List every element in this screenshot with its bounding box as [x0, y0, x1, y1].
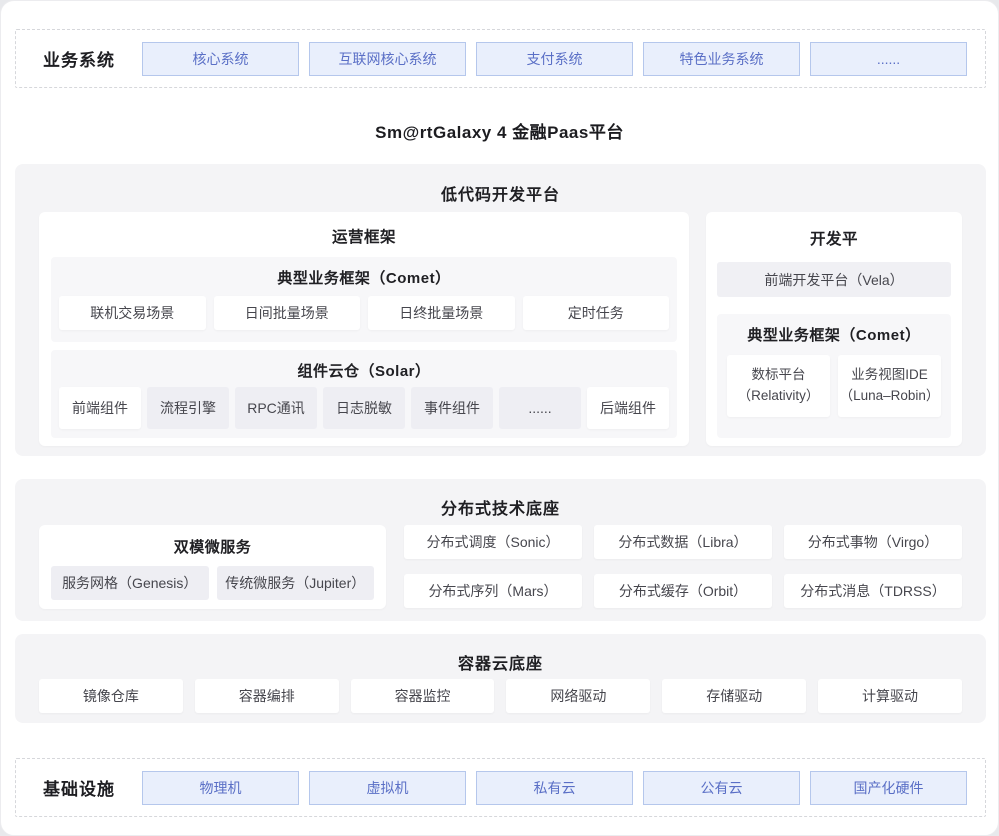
component-process-engine: 流程引擎: [147, 387, 229, 429]
relativity-platform: 数标平台 （Relativity）: [727, 355, 830, 417]
business-systems-row: 业务系统 核心系统 互联网核心系统 支付系统 特色业务系统 ......: [15, 29, 986, 88]
distributed-services-grid: 分布式调度（Sonic） 分布式数据（Libra） 分布式事物（Virgo） 分…: [404, 525, 962, 608]
luna-robin-ide: 业务视图IDE （Luna–Robin）: [838, 355, 941, 417]
container-items-row: 镜像仓库 容器编排 容器监控 网络驱动 存储驱动 计算驱动: [39, 679, 962, 713]
distributed-message-tdrss: 分布式消息（TDRSS）: [784, 574, 962, 608]
scenario-day-batch: 日间批量场景: [214, 296, 361, 330]
relativity-platform-line1: 数标平台: [752, 365, 806, 386]
distributed-title: 分布式技术底座: [15, 479, 986, 519]
distributed-scheduler-sonic: 分布式调度（Sonic）: [404, 525, 582, 559]
distributed-section: 分布式技术底座 双模微服务 服务网格（Genesis） 传统微服务（Jupite…: [15, 479, 986, 621]
solar-component-box: 组件云仓（Solar） 前端组件 流程引擎 RPC通讯 日志脱敏 事件组件 ..…: [51, 350, 677, 438]
dev-platform-box: 开发平 前端开发平台（Vela） 典型业务框架（Comet） 数标平台 （Rel…: [706, 212, 962, 446]
infra-public-cloud: 公有云: [643, 771, 800, 805]
container-section: 容器云底座 镜像仓库 容器编排 容器监控 网络驱动 存储驱动 计算驱动: [15, 634, 986, 723]
distributed-cache-orbit: 分布式缓存（Orbit）: [594, 574, 772, 608]
luna-robin-ide-line1: 业务视图IDE: [851, 365, 928, 386]
distributed-data-libra: 分布式数据（Libra）: [594, 525, 772, 559]
scenario-eod-batch: 日终批量场景: [368, 296, 515, 330]
business-system-more: ......: [810, 42, 967, 76]
component-frontend: 前端组件: [59, 387, 141, 429]
scenario-timed-task: 定时任务: [523, 296, 670, 330]
storage-driver: 存储驱动: [662, 679, 806, 713]
comet-framework-box: 典型业务框架（Comet） 联机交易场景 日间批量场景 日终批量场景 定时任务: [51, 257, 677, 342]
business-system-core: 核心系统: [142, 42, 299, 76]
business-system-payment: 支付系统: [476, 42, 633, 76]
infra-virtual-machine: 虚拟机: [309, 771, 466, 805]
architecture-diagram-card: 业务系统 核心系统 互联网核心系统 支付系统 特色业务系统 ...... Sm@…: [0, 0, 999, 836]
dev-comet-items-row: 数标平台 （Relativity） 业务视图IDE （Luna–Robin）: [717, 345, 951, 427]
component-rpc: RPC通讯: [235, 387, 317, 429]
infra-physical-machine: 物理机: [142, 771, 299, 805]
low-code-section: 低代码开发平台 运营框架 典型业务框架（Comet） 联机交易场景 日间批量场景…: [15, 164, 986, 456]
comet-scenarios-row: 联机交易场景 日间批量场景 日终批量场景 定时任务: [51, 288, 677, 338]
container-orchestration: 容器编排: [195, 679, 339, 713]
solar-components-row: 前端组件 流程引擎 RPC通讯 日志脱敏 事件组件 ...... 后端组件: [51, 381, 677, 435]
relativity-platform-line2: （Relativity）: [738, 386, 820, 407]
comet-framework-title: 典型业务框架（Comet）: [51, 257, 677, 288]
container-monitoring: 容器监控: [351, 679, 495, 713]
infrastructure-row: 基础设施 物理机 虚拟机 私有云 公有云 国产化硬件: [15, 758, 986, 817]
vela-frontend-platform: 前端开发平台（Vela）: [717, 262, 951, 297]
infrastructure-label: 基础设施: [16, 775, 142, 800]
container-title: 容器云底座: [15, 634, 986, 674]
infra-private-cloud: 私有云: [476, 771, 633, 805]
dual-mode-microservice-box: 双模微服务 服务网格（Genesis） 传统微服务（Jupiter）: [39, 525, 386, 609]
business-system-internet-core: 互联网核心系统: [309, 42, 466, 76]
dev-platform-title: 开发平: [706, 212, 962, 249]
component-more: ......: [499, 387, 581, 429]
traditional-microservice-jupiter: 传统微服务（Jupiter）: [217, 566, 375, 600]
component-backend: 后端组件: [587, 387, 669, 429]
luna-robin-ide-line2: （Luna–Robin）: [840, 386, 940, 407]
component-log-masking: 日志脱敏: [323, 387, 405, 429]
dual-mode-row: 服务网格（Genesis） 传统微服务（Jupiter）: [39, 566, 386, 600]
business-system-special: 特色业务系统: [643, 42, 800, 76]
scenario-online-trade: 联机交易场景: [59, 296, 206, 330]
low-code-title: 低代码开发平台: [15, 164, 986, 205]
compute-driver: 计算驱动: [818, 679, 962, 713]
distributed-transaction-virgo: 分布式事物（Virgo）: [784, 525, 962, 559]
business-systems-label: 业务系统: [16, 46, 142, 71]
dev-comet-framework-box: 典型业务框架（Comet） 数标平台 （Relativity） 业务视图IDE …: [717, 314, 951, 438]
solar-component-title: 组件云仓（Solar）: [51, 350, 677, 381]
operation-framework-box: 运营框架 典型业务框架（Comet） 联机交易场景 日间批量场景 日终批量场景 …: [39, 212, 689, 446]
operation-framework-title: 运营框架: [39, 212, 689, 247]
dual-mode-title: 双模微服务: [39, 525, 386, 566]
network-driver: 网络驱动: [506, 679, 650, 713]
page-title: Sm@rtGalaxy 4 金融Paas平台: [1, 118, 998, 143]
dev-comet-framework-title: 典型业务框架（Comet）: [717, 314, 951, 345]
infra-domestic-hardware: 国产化硬件: [810, 771, 967, 805]
image-registry: 镜像仓库: [39, 679, 183, 713]
distributed-sequence-mars: 分布式序列（Mars）: [404, 574, 582, 608]
component-event: 事件组件: [411, 387, 493, 429]
service-mesh-genesis: 服务网格（Genesis）: [51, 566, 209, 600]
